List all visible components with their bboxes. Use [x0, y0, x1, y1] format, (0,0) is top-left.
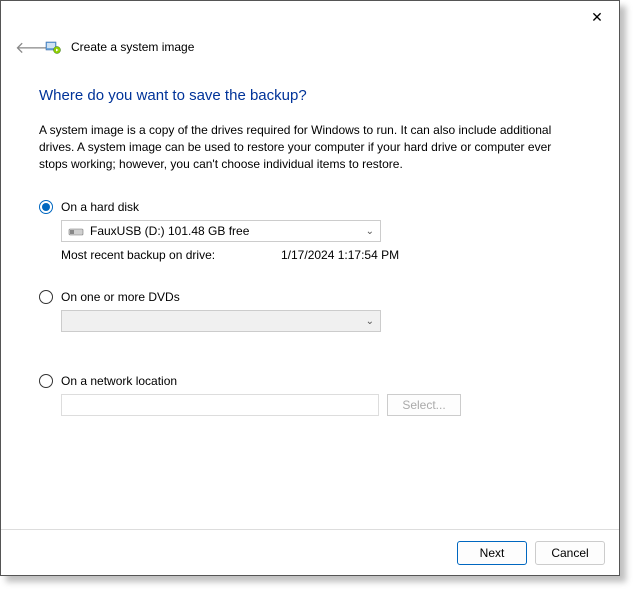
radio-dvd-label: On one or more DVDs — [61, 290, 180, 304]
window-title: Create a system image — [71, 40, 194, 54]
radio-network[interactable] — [39, 374, 53, 388]
description-text: A system image is a copy of the drives r… — [39, 122, 581, 172]
radio-dvd[interactable] — [39, 290, 53, 304]
drive-dropdown[interactable]: FauxUSB (D:) 101.48 GB free ⌄ — [61, 220, 381, 242]
titlebar: ✕ — [1, 1, 619, 33]
network-location-input[interactable] — [61, 394, 379, 416]
radio-hard-disk-label: On a hard disk — [61, 200, 139, 214]
cancel-button[interactable]: Cancel — [535, 541, 605, 565]
recent-backup-value: 1/17/2024 1:17:54 PM — [281, 248, 399, 262]
footer: Next Cancel — [1, 529, 619, 575]
radio-hard-disk[interactable] — [39, 200, 53, 214]
dialog-window: ✕ 🡐 Create a system image Where do you w… — [0, 0, 620, 576]
option-network: On a network location Select... — [39, 374, 581, 416]
chevron-down-icon: ⌄ — [366, 316, 374, 327]
back-arrow-icon[interactable]: 🡐 — [15, 37, 35, 58]
dvd-dropdown: ⌄ — [61, 310, 381, 332]
drive-icon — [68, 226, 84, 236]
content-area: Where do you want to save the backup? A … — [1, 61, 619, 529]
page-heading: Where do you want to save the backup? — [39, 87, 581, 104]
radio-network-label: On a network location — [61, 374, 177, 388]
chevron-down-icon: ⌄ — [366, 226, 374, 237]
system-image-icon — [45, 39, 61, 55]
next-button[interactable]: Next — [457, 541, 527, 565]
option-hard-disk: On a hard disk FauxUSB (D:) 101.48 GB fr… — [39, 200, 581, 262]
recent-backup-info: Most recent backup on drive: 1/17/2024 1… — [61, 248, 581, 262]
recent-backup-label: Most recent backup on drive: — [61, 248, 281, 262]
select-network-button: Select... — [387, 394, 461, 416]
close-icon[interactable]: ✕ — [587, 9, 607, 26]
drive-dropdown-value: FauxUSB (D:) 101.48 GB free — [90, 224, 366, 238]
option-dvd: On one or more DVDs ⌄ — [39, 290, 581, 332]
header-row: 🡐 Create a system image — [1, 33, 619, 61]
